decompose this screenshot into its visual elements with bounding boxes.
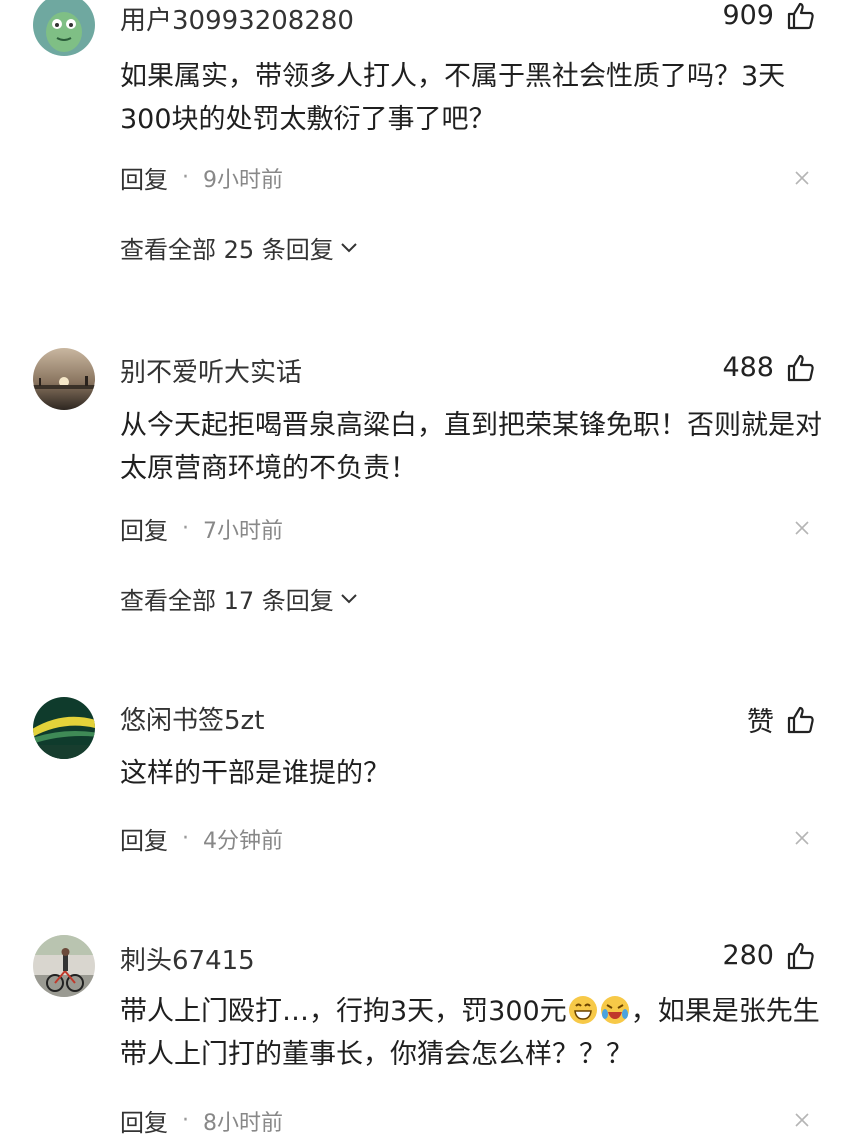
reply-button[interactable]: 回复 [120, 1103, 168, 1138]
comment-text-part: 带人上门殴打…，行拘3天，罚300元 [120, 996, 567, 1027]
view-replies-button[interactable]: 查看全部 17 条回复 [120, 581, 358, 616]
comment-meta: 回复 · 7小时前 [120, 511, 283, 546]
comment-text: 从今天起拒喝晋泉高粱白，直到把荣某锋免职！否则就是对太原营商环境的不负责！ [120, 410, 822, 484]
username[interactable]: 别不爱听大实话 [120, 352, 302, 389]
like-count: 488 [722, 352, 774, 383]
comment-meta: 回复 · 9小时前 [120, 160, 283, 195]
view-replies-label: 查看全部 25 条回复 [120, 236, 334, 264]
close-icon[interactable] [794, 830, 810, 846]
reply-button[interactable]: 回复 [120, 821, 168, 856]
comment-meta: 回复 · 4分钟前 [120, 821, 283, 856]
close-icon[interactable] [794, 520, 810, 536]
reply-button[interactable]: 回复 [120, 160, 168, 195]
timestamp: 7小时前 [203, 518, 283, 544]
username[interactable]: 用户30993208280 [120, 0, 354, 37]
avatar[interactable] [33, 348, 95, 410]
timestamp: 4分钟前 [203, 828, 283, 854]
timestamp: 8小时前 [203, 1110, 283, 1136]
separator-dot: · [182, 826, 189, 851]
separator-dot: · [182, 1108, 189, 1133]
thumbs-up-icon [787, 942, 814, 969]
comment-text: 如果属实，带领多人打人，不属于黑社会性质了吗？3天300块的处罚太敷衍了事了吧？ [120, 61, 786, 135]
view-replies-label: 查看全部 17 条回复 [120, 587, 334, 615]
comment-text: 带人上门殴打…，行拘3天，罚300元 ，如果是张先生带人上门打的董事长，你猜会怎么… [120, 990, 830, 1076]
thumbs-up-icon [787, 2, 814, 29]
separator-dot: · [182, 516, 189, 541]
username[interactable]: 悠闲书签5zt [120, 700, 264, 737]
laughing-crying-emoji [600, 996, 629, 1024]
like-button[interactable]: 280 [722, 940, 816, 971]
thumbs-up-icon [787, 706, 814, 733]
thumbs-up-icon [787, 354, 814, 381]
chevron-down-icon [341, 593, 357, 603]
comment-meta: 回复 · 8小时前 [120, 1103, 283, 1138]
view-replies-button[interactable]: 查看全部 25 条回复 [120, 230, 358, 265]
comment-text: 这样的干部是谁提的？ [120, 758, 390, 789]
reply-button[interactable]: 回复 [120, 511, 168, 546]
avatar[interactable] [33, 0, 95, 56]
username[interactable]: 刺头67415 [120, 940, 255, 977]
close-icon[interactable] [794, 1112, 810, 1128]
grin-emoji [568, 996, 597, 1024]
close-icon[interactable] [794, 170, 810, 186]
like-button[interactable]: 赞 [747, 700, 816, 739]
separator-dot: · [182, 165, 189, 190]
like-label: 赞 [747, 707, 774, 738]
like-count: 909 [722, 0, 774, 31]
like-count: 280 [722, 940, 774, 971]
avatar[interactable] [33, 697, 95, 759]
like-button[interactable]: 488 [722, 352, 816, 383]
like-button[interactable]: 909 [722, 0, 816, 31]
timestamp: 9小时前 [203, 167, 283, 193]
chevron-down-icon [341, 242, 357, 252]
avatar[interactable] [33, 935, 95, 997]
